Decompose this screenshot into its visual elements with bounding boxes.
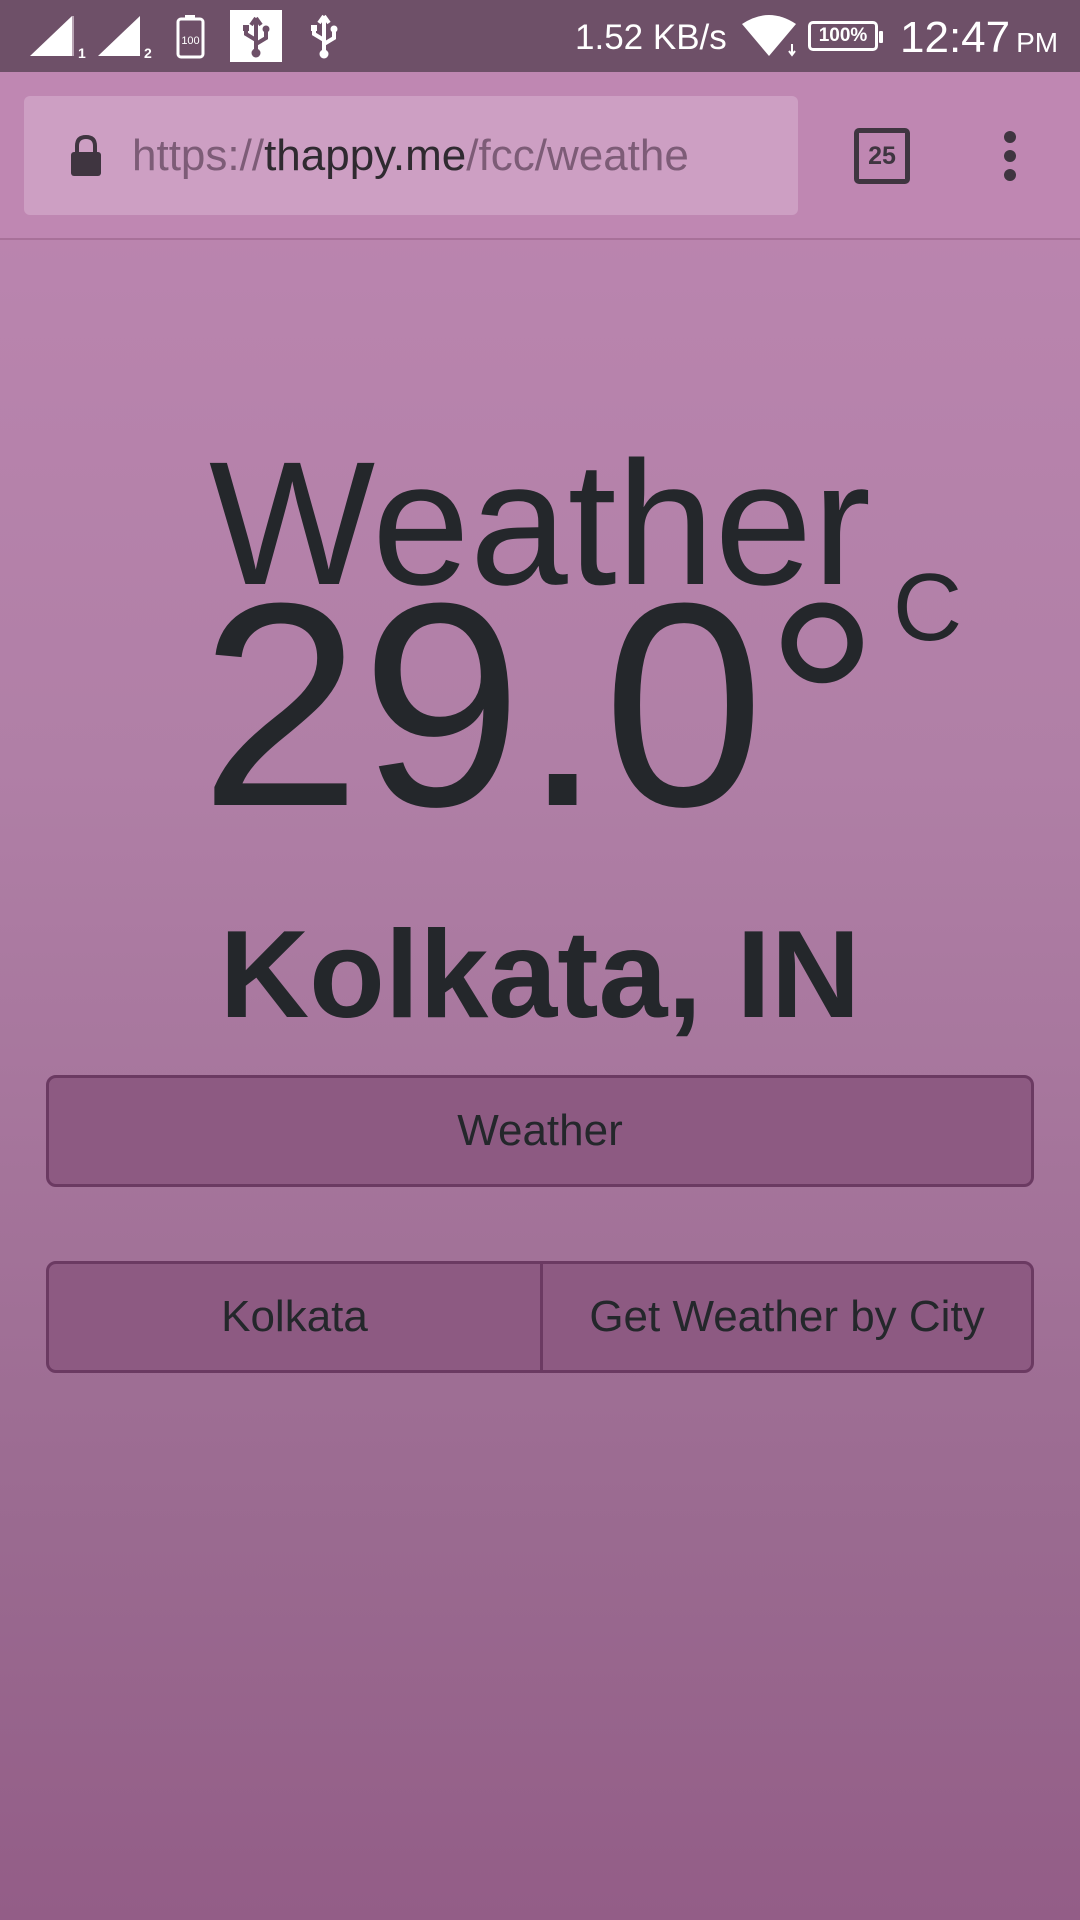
city-input[interactable] (49, 1264, 543, 1370)
sim2-label: 2 (144, 45, 152, 60)
url-path: /fcc/weathe (466, 131, 689, 180)
city-search-group: Get Weather by City (46, 1261, 1034, 1373)
battery-icon: 100% (808, 21, 883, 51)
status-bar: 1 2 100 1.52 KB/s 100% 12:47 PM (0, 0, 1080, 72)
battery-percent: 100% (818, 25, 868, 46)
clock-time: 12:47 (900, 13, 1011, 62)
address-bar[interactable]: https://thappy.me/fcc/weathe (24, 96, 798, 215)
get-weather-by-city-button[interactable]: Get Weather by City (543, 1264, 1031, 1370)
tabs-button[interactable]: 25 (854, 128, 910, 184)
clock: 12:47 PM (900, 0, 1058, 72)
temperature-wrapper: 29.0° C (200, 560, 962, 851)
url-domain: thappy.me (264, 131, 467, 180)
weather-button[interactable]: Weather (46, 1075, 1034, 1187)
temperature-unit: C (892, 554, 963, 661)
browser-toolbar: https://thappy.me/fcc/weathe 25 (0, 72, 1080, 240)
tab-count: 25 (868, 141, 896, 170)
url-scheme: https:// (132, 131, 265, 180)
more-vert-icon[interactable] (990, 128, 1030, 184)
network-speed: 1.52 KB/s (575, 18, 727, 57)
temperature-display: 29.0° C (0, 560, 1080, 851)
location-name: Kolkata, IN (219, 906, 861, 1044)
clock-ampm: PM (1016, 27, 1059, 58)
url-text[interactable]: https://thappy.me/fcc/weathe (132, 96, 774, 215)
temperature-value: 29.0° (199, 543, 881, 867)
lock-icon[interactable] (68, 134, 104, 182)
battery-saver-label: 100 (181, 35, 199, 47)
sim1-label: 1 (78, 45, 86, 60)
